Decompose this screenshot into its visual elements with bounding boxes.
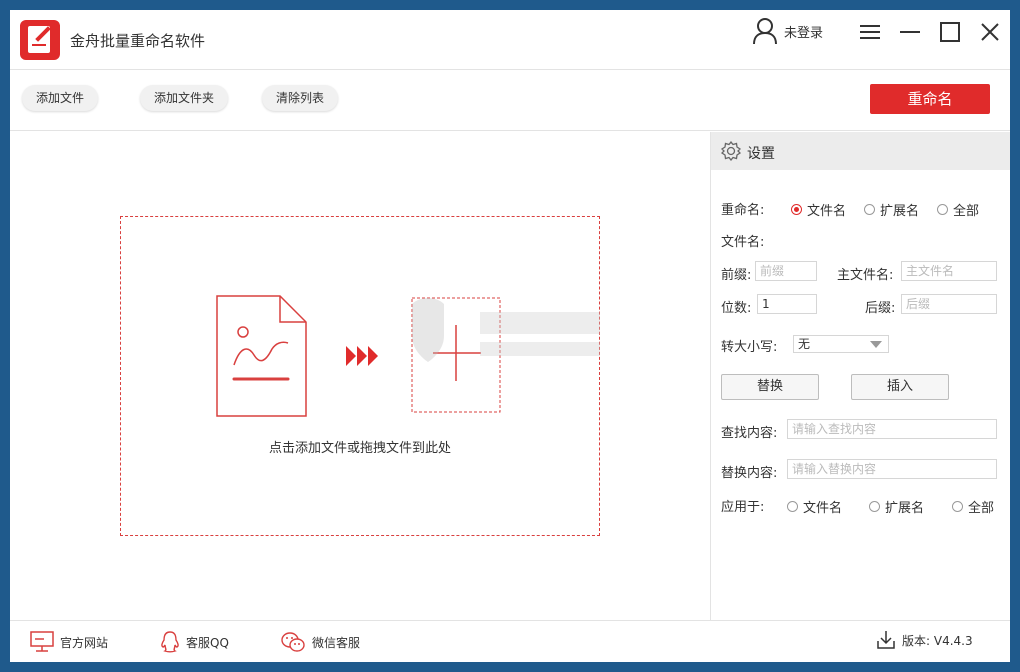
document-icon xyxy=(216,295,307,417)
file-list-area[interactable]: 点击添加文件或拖拽文件到此处 xyxy=(10,132,710,620)
app-title: 金舟批量重命名软件 xyxy=(70,32,206,50)
rename-label: 重命名: xyxy=(721,203,765,218)
prefix-label: 前缀: xyxy=(721,268,752,283)
apply-option-extension[interactable]: 扩展名 xyxy=(869,497,924,516)
drop-zone[interactable]: 点击添加文件或拖拽文件到此处 xyxy=(120,216,600,536)
main-name-label: 主文件名: xyxy=(837,268,894,283)
replace-input[interactable] xyxy=(787,459,997,479)
version-info[interactable]: 版本: V4.4.3 xyxy=(876,629,973,651)
wechat-icon xyxy=(281,632,305,652)
login-button[interactable]: 未登录 xyxy=(752,16,823,46)
footer: 官方网站 客服QQ 微信客服 版本: V4.4.3 xyxy=(10,620,1010,662)
download-icon xyxy=(877,631,895,649)
digits-label: 位数: xyxy=(721,301,752,316)
toolbar: 添加文件 添加文件夹 清除列表 重命名 xyxy=(10,71,1010,131)
drop-hint: 点击添加文件或拖拽文件到此处 xyxy=(268,441,451,456)
replace-content-label: 替换内容: xyxy=(721,466,778,481)
settings-panel: 设置 重命名: 文件名 扩展名 全部 文件名: 前缀: 主文件名: 位数: 后缀… xyxy=(710,132,1010,620)
chevron-down-icon xyxy=(870,341,882,348)
digits-input[interactable] xyxy=(757,294,817,314)
insert-button[interactable]: 插入 xyxy=(851,374,949,400)
qq-icon xyxy=(161,631,179,653)
settings-title: 设置 xyxy=(747,146,775,162)
website-link[interactable]: 官方网站 xyxy=(30,631,108,653)
rename-option-all[interactable]: 全部 xyxy=(937,200,979,219)
title-bar: 金舟批量重命名软件 未登录 xyxy=(10,10,1010,70)
app-window: 金舟批量重命名软件 未登录 添加文件 添加文件夹 清除列表 重命名 点击添加文件… xyxy=(10,10,1010,662)
add-file-button[interactable]: 添加文件 xyxy=(22,85,99,111)
monitor-icon xyxy=(30,631,54,652)
arrow-forward-icon xyxy=(346,346,378,366)
gear-icon xyxy=(721,141,741,161)
menu-icon[interactable] xyxy=(858,20,882,44)
maximize-icon[interactable] xyxy=(938,20,962,44)
rename-option-extension[interactable]: 扩展名 xyxy=(864,200,919,219)
close-icon[interactable] xyxy=(978,20,1002,44)
version-label: 版本: V4.4.3 xyxy=(902,633,973,648)
app-logo-icon xyxy=(20,20,60,60)
qq-support-link[interactable]: 客服QQ xyxy=(160,631,229,653)
settings-header: 设置 xyxy=(711,132,1010,170)
clear-list-button[interactable]: 清除列表 xyxy=(262,85,339,111)
rename-option-filename[interactable]: 文件名 xyxy=(791,200,846,219)
apply-option-all[interactable]: 全部 xyxy=(952,497,994,516)
minimize-icon[interactable] xyxy=(898,20,922,44)
apply-option-filename[interactable]: 文件名 xyxy=(787,497,842,516)
case-label: 转大小写: xyxy=(721,340,778,355)
add-folder-button[interactable]: 添加文件夹 xyxy=(140,85,229,111)
suffix-input[interactable] xyxy=(901,294,997,314)
wechat-support-link[interactable]: 微信客服 xyxy=(280,631,360,653)
user-icon xyxy=(753,18,777,45)
case-select[interactable]: 无 xyxy=(793,335,889,353)
login-status: 未登录 xyxy=(784,25,824,41)
find-label: 查找内容: xyxy=(721,426,778,441)
filename-label: 文件名: xyxy=(721,235,765,250)
prefix-input[interactable] xyxy=(755,261,817,281)
rename-button[interactable]: 重命名 xyxy=(870,84,990,114)
apply-label: 应用于: xyxy=(721,500,765,515)
main-name-input[interactable] xyxy=(901,261,997,281)
case-select-value: 无 xyxy=(798,337,811,351)
replace-button[interactable]: 替换 xyxy=(721,374,819,400)
find-input[interactable] xyxy=(787,419,997,439)
watermark-logo-icon xyxy=(412,298,600,362)
suffix-label: 后缀: xyxy=(865,301,896,316)
